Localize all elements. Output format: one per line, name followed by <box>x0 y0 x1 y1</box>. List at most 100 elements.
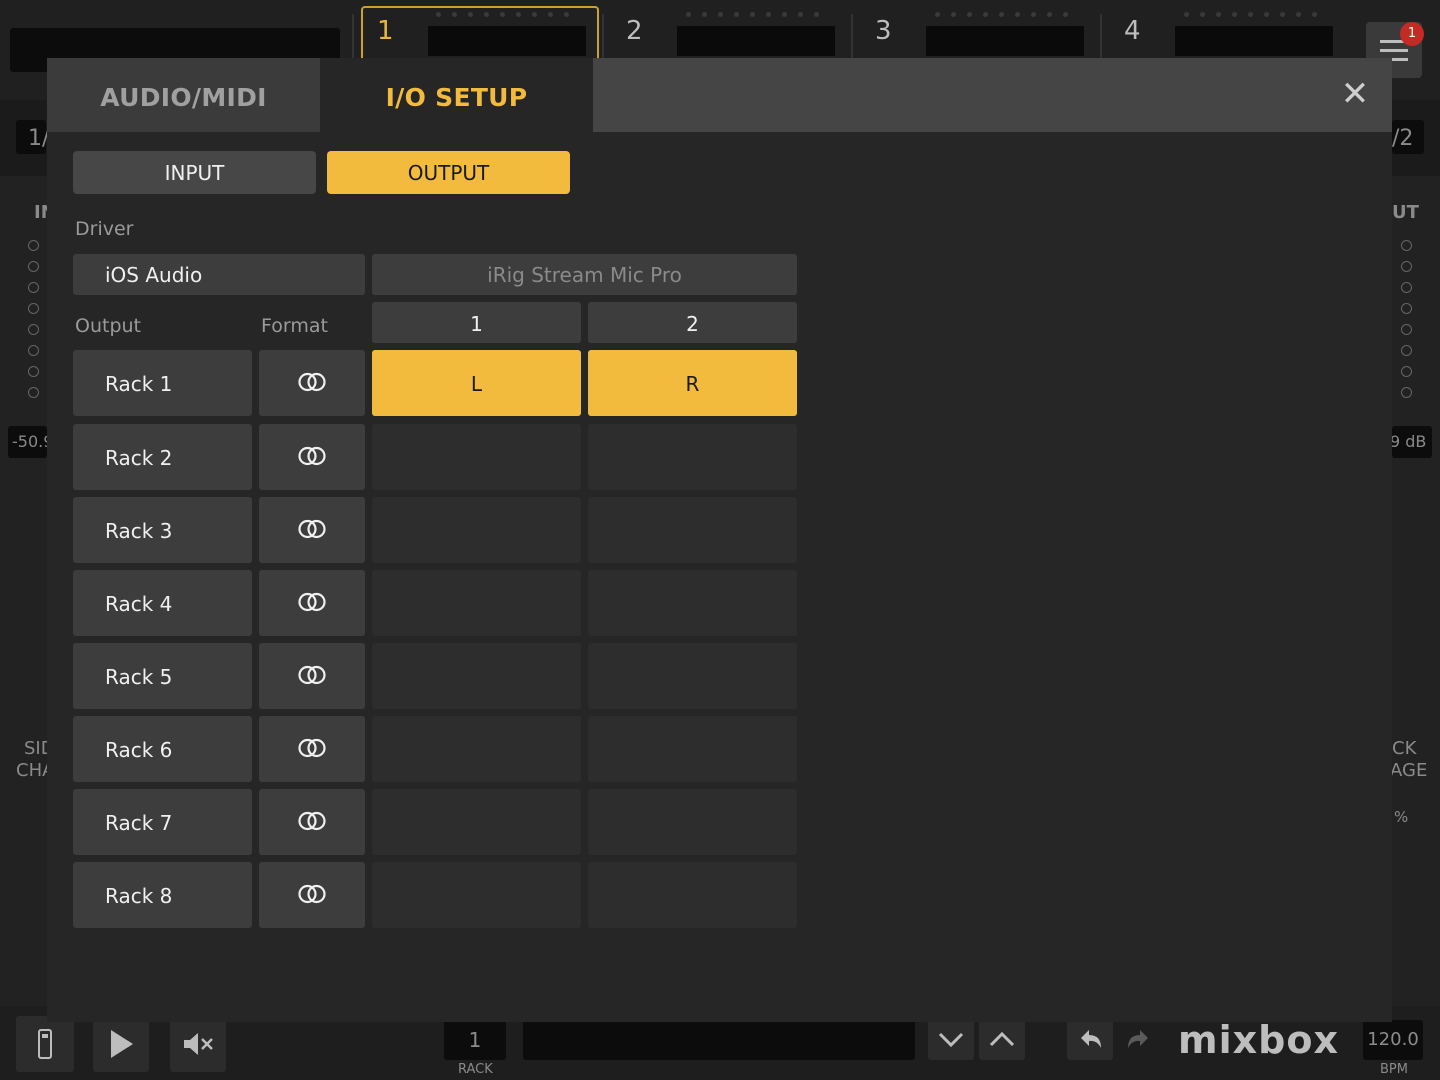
right-level-readout: 9 dB <box>1390 432 1427 451</box>
undo-button[interactable] <box>1067 1018 1113 1060</box>
play-button[interactable] <box>93 1016 149 1072</box>
stereo-link-icon <box>298 811 326 831</box>
rack-screen <box>428 26 586 56</box>
rack-tab-number: 1 <box>377 16 394 46</box>
right-strip-label: UT <box>1392 202 1419 223</box>
routing-cell-ch1[interactable]: L <box>372 350 581 416</box>
routing-cell-ch2[interactable]: R <box>588 350 797 416</box>
right-percent: % <box>1394 808 1409 826</box>
routing-cell-ch1[interactable] <box>372 862 581 928</box>
format-button[interactable] <box>259 497 365 563</box>
output-row-label: Rack 6 <box>73 716 252 782</box>
redo-button[interactable] <box>1116 1018 1162 1060</box>
output-row-label: Rack 4 <box>73 570 252 636</box>
left-meter-leds <box>28 240 42 408</box>
stereo-link-icon <box>298 665 326 685</box>
driver-label: Driver <box>75 218 134 240</box>
preset-name-display[interactable] <box>523 1020 915 1060</box>
output-segment-button[interactable]: OUTPUT <box>327 151 570 194</box>
chevron-down-icon <box>938 1032 964 1048</box>
output-row-label: Rack 8 <box>73 862 252 928</box>
right-strip-label-b: CK <box>1392 738 1417 759</box>
rack-led-dots <box>935 12 1068 20</box>
remote-icon <box>38 1029 52 1059</box>
output-row-label: Rack 1 <box>73 350 252 416</box>
channel-header-2: 2 <box>588 302 797 343</box>
divider <box>1100 14 1102 58</box>
routing-cell-ch2[interactable] <box>588 862 797 928</box>
redo-icon <box>1128 1030 1148 1048</box>
format-button[interactable] <box>259 424 365 490</box>
settings-modal: AUDIO/MIDI I/O SETUP ✕ INPUT OUTPUT Driv… <box>47 58 1392 1022</box>
rack-led-dots <box>436 12 569 20</box>
rack-screen <box>926 26 1084 56</box>
divider <box>851 14 853 58</box>
driver-select[interactable]: iOS Audio <box>73 254 365 295</box>
close-icon[interactable]: ✕ <box>1340 77 1370 111</box>
rack-led-dots <box>1184 12 1317 20</box>
bpm-display[interactable]: 120.0 <box>1363 1020 1423 1060</box>
remote-button[interactable] <box>16 1016 74 1072</box>
rack-tab-number[interactable]: 2 <box>626 16 643 46</box>
device-select[interactable]: iRig Stream Mic Pro <box>372 254 797 295</box>
stereo-link-icon <box>298 372 326 392</box>
divider <box>352 14 354 58</box>
notification-badge: 1 <box>1400 22 1424 46</box>
routing-cell-ch1[interactable] <box>372 789 581 855</box>
format-button[interactable] <box>259 570 365 636</box>
stereo-link-icon <box>298 446 326 466</box>
tab-audio-midi[interactable]: AUDIO/MIDI <box>47 58 320 132</box>
format-button[interactable] <box>259 789 365 855</box>
rack-screen <box>1175 26 1333 56</box>
bpm-label: BPM <box>1380 1062 1408 1077</box>
rack-screen <box>677 26 835 56</box>
divider <box>602 14 604 58</box>
routing-cell-ch2[interactable] <box>588 497 797 563</box>
play-icon <box>111 1030 133 1058</box>
hamburger-icon-bar <box>1380 49 1408 52</box>
output-row-label: Rack 2 <box>73 424 252 490</box>
prev-button[interactable] <box>928 1018 974 1060</box>
output-row-label: Rack 7 <box>73 789 252 855</box>
routing-cell-ch2[interactable] <box>588 643 797 709</box>
rack-tab-number[interactable]: 4 <box>1124 16 1141 46</box>
routing-cell-ch2[interactable] <box>588 789 797 855</box>
tab-io-setup[interactable]: I/O SETUP <box>320 58 593 132</box>
rack-number-display: 1 <box>444 1020 506 1060</box>
channel-header-1: 1 <box>372 302 581 343</box>
right-meter-leds <box>1401 240 1415 408</box>
output-row-label: Rack 5 <box>73 643 252 709</box>
format-button[interactable] <box>259 862 365 928</box>
routing-cell-ch1[interactable] <box>372 424 581 490</box>
right-frac-text: /2 <box>1392 126 1414 151</box>
next-button[interactable] <box>979 1018 1025 1060</box>
rack-led-dots <box>686 12 819 20</box>
format-button[interactable] <box>259 716 365 782</box>
brand-logo: mixbox <box>1178 1018 1339 1062</box>
undo-icon <box>1081 1030 1101 1048</box>
stereo-link-icon <box>298 884 326 904</box>
routing-cell-ch1[interactable] <box>372 716 581 782</box>
right-channel-strip <box>1392 176 1440 1006</box>
rack-tab-number[interactable]: 3 <box>875 16 892 46</box>
input-segment-button[interactable]: INPUT <box>73 151 316 194</box>
format-button[interactable] <box>259 350 365 416</box>
format-column-label: Format <box>261 315 328 337</box>
output-column-label: Output <box>75 315 141 337</box>
rack-label: RACK <box>458 1062 493 1077</box>
routing-cell-ch1[interactable] <box>372 570 581 636</box>
speaker-mute-icon <box>184 1033 213 1055</box>
mute-button[interactable] <box>170 1016 226 1072</box>
chevron-up-icon <box>989 1031 1015 1047</box>
routing-cell-ch2[interactable] <box>588 424 797 490</box>
stereo-link-icon <box>298 592 326 612</box>
format-button[interactable] <box>259 643 365 709</box>
routing-cell-ch2[interactable] <box>588 716 797 782</box>
routing-cell-ch1[interactable] <box>372 497 581 563</box>
stereo-link-icon <box>298 738 326 758</box>
routing-cell-ch2[interactable] <box>588 570 797 636</box>
routing-cell-ch1[interactable] <box>372 643 581 709</box>
right-strip-label-c: AGE <box>1390 760 1428 781</box>
output-row-label: Rack 3 <box>73 497 252 563</box>
stereo-link-icon <box>298 519 326 539</box>
